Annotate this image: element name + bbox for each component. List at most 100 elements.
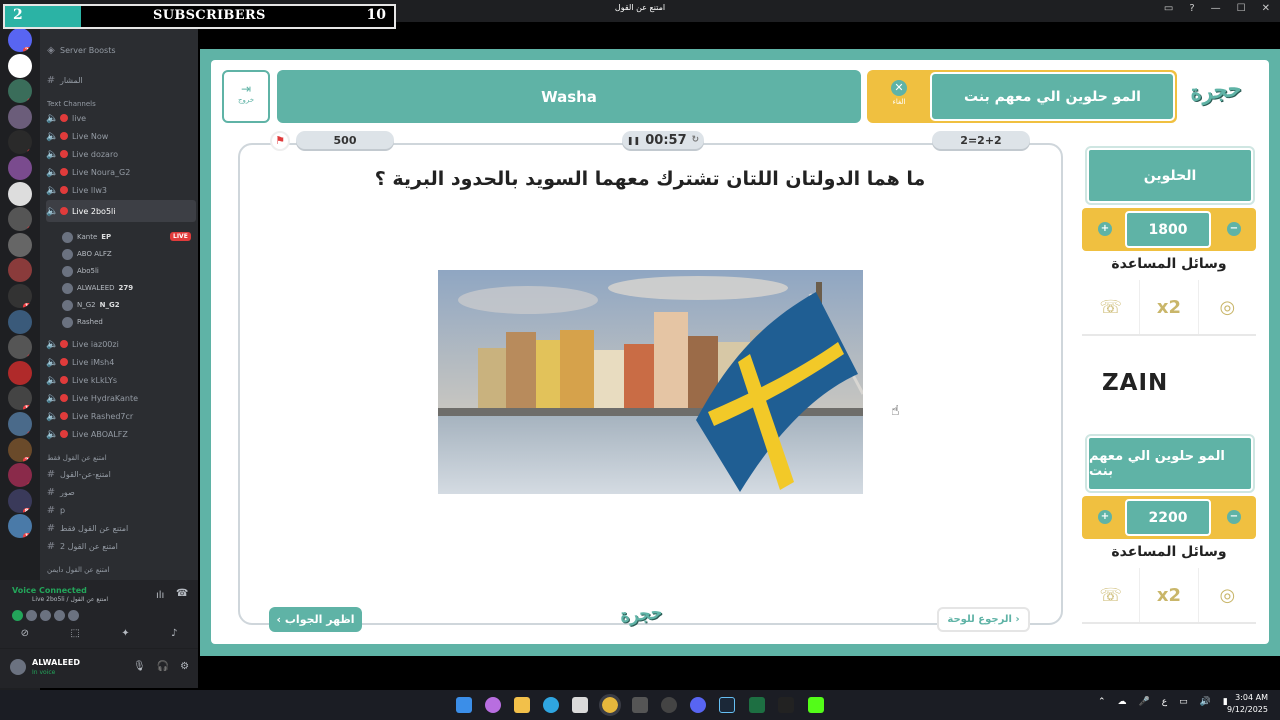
server-icon[interactable]: 10 (8, 284, 32, 308)
call-friend-icon[interactable]: ☏ (1082, 568, 1139, 622)
section-header-2[interactable]: امتنع عن القول فقط (47, 454, 107, 462)
steam-icon[interactable] (719, 697, 735, 713)
cancel-button[interactable]: ✕ الغاء (880, 80, 918, 116)
close-button[interactable]: ✕ (1262, 3, 1270, 14)
avatar[interactable] (40, 610, 51, 621)
minus-button[interactable]: − (1227, 222, 1241, 236)
voice-channel-item[interactable]: 🔈 Live llw3 (46, 182, 196, 198)
server-icon[interactable] (8, 104, 32, 129)
pit-icon[interactable]: ◎ (1197, 280, 1256, 334)
voice-channel-item[interactable]: 🔈 Live Rashed7cr (46, 408, 196, 424)
section-header-3[interactable]: امتنع عن القول دايمن (47, 566, 110, 574)
server-icon[interactable]: 8 (8, 335, 32, 360)
voice-channel-item[interactable]: 🔈 Live kLkLYs (46, 372, 196, 388)
channel-item[interactable]: # امتنع عن القول 2 (46, 538, 196, 554)
language-indicator[interactable]: ع (1162, 697, 1167, 707)
voice-channel-item[interactable]: 🔈 Live iaz00zi (46, 336, 196, 352)
excel-icon[interactable] (749, 697, 765, 713)
network-icon[interactable]: ▭ (1179, 697, 1188, 707)
clock[interactable]: 3:04 AM 9/12/2025 (1227, 692, 1268, 716)
user-avatar[interactable] (10, 659, 26, 675)
screenshot-icon[interactable]: ▭ (1164, 3, 1173, 14)
edge-icon[interactable] (543, 697, 559, 713)
server-icon[interactable]: 82 (8, 488, 32, 513)
server-icon[interactable] (8, 360, 32, 385)
epic-icon[interactable] (778, 697, 794, 713)
headphones-icon[interactable]: 🎧 (157, 661, 169, 672)
voice-channel-item[interactable]: 🔈 Live Now (46, 128, 196, 144)
call-friend-icon[interactable]: ☏ (1082, 280, 1139, 334)
voice-channel-item[interactable]: 🔈 Live 2bo5li (46, 200, 196, 222)
reset-icon[interactable]: ↻ (692, 135, 700, 145)
video-off-icon[interactable]: ⊘ (21, 628, 29, 639)
copilot-icon[interactable] (485, 697, 501, 713)
text-channels-header[interactable]: Text Channels (47, 100, 96, 108)
server-icon[interactable]: 20 (8, 437, 32, 462)
minus-button[interactable]: − (1227, 510, 1241, 524)
channel-item[interactable]: # صور (46, 484, 196, 500)
help-icon[interactable]: ? (1189, 3, 1194, 14)
server-icon[interactable] (8, 232, 32, 257)
plus-button[interactable]: + (1098, 510, 1112, 524)
back-to-board-button[interactable]: الرجوع للوحة › (937, 607, 1030, 632)
volume-icon[interactable]: 🔊 (1200, 697, 1211, 707)
server-icon[interactable]: 15 (8, 386, 32, 411)
microphone-icon[interactable]: 🎙 (133, 661, 146, 672)
plus-button[interactable]: + (1098, 222, 1112, 236)
kick-icon[interactable] (808, 697, 824, 713)
show-answer-button[interactable]: ‹ اظهر الجواب (269, 607, 362, 632)
server-icon[interactable] (8, 156, 32, 180)
server-icon[interactable]: 2 (8, 412, 32, 436)
voice-member[interactable]: N_G2 N_G2 (62, 298, 120, 312)
avatar[interactable] (68, 610, 79, 621)
voice-channel-item[interactable]: 🔈 Live ABOALFZ (46, 426, 196, 442)
file-explorer-icon[interactable] (514, 697, 530, 713)
server-icon[interactable] (8, 181, 32, 206)
double-points-icon[interactable]: x2 (1139, 568, 1197, 622)
channel-item[interactable]: # امتنع-عن-القول (46, 466, 196, 482)
pause-icon[interactable]: ❚❚ (627, 136, 640, 145)
avatar[interactable] (54, 610, 65, 621)
noise-suppression-icon[interactable]: ılı (156, 590, 164, 601)
calculator-icon[interactable] (632, 697, 648, 713)
voice-member[interactable]: Abo5li (62, 264, 99, 278)
voice-member[interactable]: ABO ALFZ (62, 247, 112, 261)
exit-button[interactable]: ⇥ خروج (222, 70, 270, 123)
voice-channel-item[interactable]: 🔈 Live HydraKante (46, 390, 196, 406)
minimize-button[interactable]: — (1211, 3, 1221, 14)
maximize-button[interactable]: ☐ (1237, 3, 1246, 14)
voice-channel-item[interactable]: 🔈 live (46, 110, 196, 126)
pit-icon[interactable]: ◎ (1197, 568, 1256, 622)
soundboard-icon[interactable]: ♪ (171, 628, 177, 639)
double-points-icon[interactable]: x2 (1139, 280, 1197, 334)
server-icon[interactable]: 4 (8, 207, 32, 232)
channel-item-top[interactable]: # المشار (46, 72, 196, 88)
server-icon[interactable] (8, 53, 32, 78)
start-icon[interactable] (456, 697, 472, 713)
server-icon[interactable] (8, 309, 32, 334)
server-icon[interactable]: 13 (8, 514, 32, 539)
voice-channel-item[interactable]: 🔈 Live iMsh4 (46, 354, 196, 370)
cloud-icon[interactable]: ☁ (1118, 697, 1127, 707)
voice-channel-item[interactable]: 🔈 Live Noura_G2 (46, 164, 196, 180)
report-flag-icon[interactable]: ⚑ (270, 131, 290, 151)
store-icon[interactable] (572, 697, 588, 713)
avatar[interactable] (12, 610, 23, 621)
voice-channel-item[interactable]: 🔈 Live dozaro (46, 146, 196, 162)
chevron-up-icon[interactable]: ⌃ (1098, 697, 1106, 707)
disconnect-icon[interactable]: ☎ (176, 588, 188, 599)
voice-member[interactable]: ALWALEED 279 (62, 281, 133, 295)
microphone-tray-icon[interactable]: 🎤 (1139, 697, 1150, 707)
server-icon[interactable]: 2 (8, 463, 32, 488)
obs-icon[interactable] (661, 697, 677, 713)
channel-item[interactable]: # امتنع عن القول فقط (46, 520, 196, 536)
server-icon[interactable]: 25 (8, 28, 32, 52)
voice-channel-label[interactable]: Live 2bo5li / امتنع عن القول (32, 596, 108, 603)
server-icon[interactable]: 9 (8, 130, 32, 155)
activity-icon[interactable]: ✦ (121, 628, 129, 639)
server-icon[interactable]: 4 (8, 79, 32, 104)
server-icon[interactable] (8, 258, 32, 283)
settings-gear-icon[interactable]: ⚙ (180, 661, 189, 672)
channel-item[interactable]: # p (46, 502, 196, 518)
server-boosts-item[interactable]: ◈ Server Boosts (46, 42, 196, 58)
